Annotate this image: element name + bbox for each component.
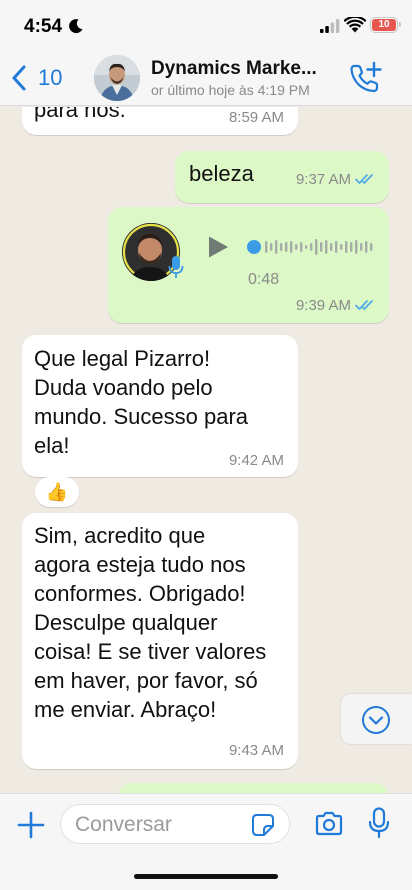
message-time-text: 9:37 AM — [295, 171, 351, 188]
message-bubble-incoming[interactable]: Que legal Pizarro! Duda voando pelo mund… — [22, 335, 298, 477]
unread-count: 10 — [38, 65, 63, 90]
status-bar: 4:54 10 — [0, 0, 412, 50]
last-seen-status: or último hoje às 4:19 PM — [151, 82, 310, 98]
chat-area[interactable]: para nós. 8:59 AM beleza 9:37 AM 0:48 9:… — [0, 107, 412, 793]
message-time: 9:39 AM — [296, 297, 377, 314]
double-check-icon — [355, 174, 373, 184]
signal-icon — [320, 19, 340, 33]
message-time: 9:42 AM — [228, 452, 284, 469]
message-time: 9:43 AM — [228, 742, 284, 759]
battery-level: 10 — [378, 19, 390, 30]
input-bar: Conversar — [0, 793, 412, 890]
message-text: beleza — [189, 161, 254, 186]
message-input[interactable]: Conversar — [60, 804, 290, 844]
wifi-icon — [344, 17, 366, 33]
message-bubble-outgoing[interactable] — [118, 783, 389, 793]
camera-icon[interactable] — [314, 811, 344, 837]
message-placeholder: Conversar — [75, 813, 172, 836]
plus-icon[interactable] — [17, 811, 45, 839]
sticker-icon[interactable] — [251, 813, 275, 837]
thumbs-up-icon: 👍 — [45, 481, 69, 502]
reaction-badge[interactable]: 👍 — [35, 477, 79, 507]
message-text: para nós. — [34, 107, 126, 122]
status-time: 4:54 — [24, 16, 63, 37]
play-icon[interactable] — [206, 235, 230, 259]
microphone-badge-icon — [168, 256, 184, 278]
message-text: Sim, acredito que agora esteja tudo nos … — [34, 523, 267, 722]
message-time-text: 9:39 AM — [295, 297, 351, 314]
message-bubble-incoming[interactable]: para nós. 8:59 AM — [22, 107, 298, 135]
avatar[interactable] — [94, 55, 140, 101]
audio-waveform[interactable] — [246, 237, 376, 257]
microphone-icon[interactable] — [368, 807, 390, 839]
moon-icon — [69, 19, 83, 34]
contact-photo — [94, 55, 140, 101]
message-time: 8:59 AM — [228, 109, 284, 126]
battery-icon: 10 — [370, 17, 401, 33]
chevron-down-icon — [362, 706, 390, 734]
message-text: Que legal Pizarro! Duda voando pelo mund… — [34, 346, 249, 458]
chevron-left-icon — [12, 65, 26, 91]
scroll-down-button[interactable] — [341, 694, 412, 744]
home-indicator[interactable] — [134, 874, 278, 879]
contact-name[interactable]: Dynamics Marke... — [151, 58, 336, 80]
double-check-icon — [355, 300, 373, 310]
message-bubble-incoming[interactable]: Sim, acredito que agora esteja tudo nos … — [22, 513, 298, 769]
phone-add-icon[interactable] — [348, 61, 382, 93]
message-time: 9:37 AM — [296, 171, 377, 188]
back-button[interactable]: 10 — [10, 60, 80, 96]
voice-duration: 0:48 — [248, 271, 280, 288]
message-bubble-outgoing[interactable]: beleza 9:37 AM — [175, 151, 389, 203]
chat-header: 10 Dynamics Marke... or último hoje às 4… — [0, 50, 412, 106]
voice-message-bubble[interactable]: 0:48 9:39 AM — [108, 207, 389, 323]
